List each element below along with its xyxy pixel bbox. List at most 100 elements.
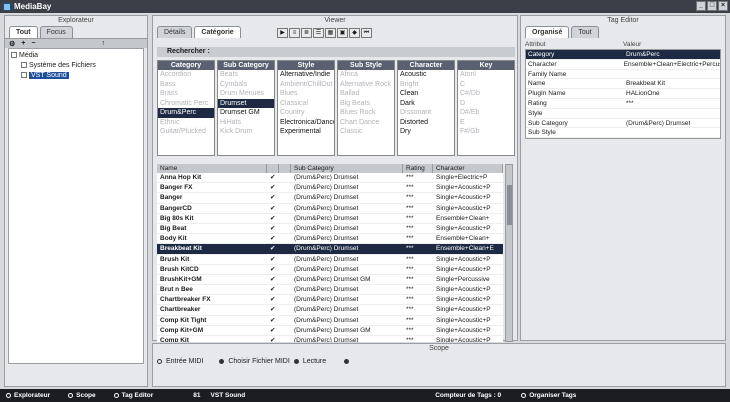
filter-item[interactable]: Classical <box>278 99 334 109</box>
table-row[interactable]: Brut n Bee ✔ (Drum&Perc) Drumset *** Single+… <box>157 285 503 296</box>
table-row[interactable]: BrushKit+GM ✔ (Drum&Perc) Drumset GM *** Sin… <box>157 275 503 286</box>
gear-icon[interactable]: ⚙ <box>9 40 15 48</box>
tag-value[interactable]: *** <box>624 99 634 108</box>
explorer-tab-1[interactable]: Focus <box>39 26 73 38</box>
filter-header[interactable]: Style <box>278 61 334 70</box>
tree-node[interactable]: Système des Fichiers <box>11 61 141 71</box>
filter-item[interactable]: Drumset <box>218 98 274 108</box>
filter-header[interactable]: Category <box>158 61 214 70</box>
tag-row[interactable]: Name Breakbeat Kit <box>526 79 720 90</box>
filter-item[interactable]: Brass <box>158 89 214 99</box>
filter-item[interactable]: Dark <box>398 99 454 109</box>
filter-header[interactable]: Sub Style <box>338 61 394 70</box>
filter-icon[interactable]: ≡ <box>289 28 300 38</box>
filter-item[interactable]: HiHats <box>218 118 274 128</box>
table-row[interactable]: Anna Hop Kit ✔ (Drum&Perc) Drumset *** Singl… <box>157 173 503 184</box>
tag-value[interactable]: Breakbeat Kit <box>624 79 665 88</box>
table-row[interactable]: Banger ✔ (Drum&Perc) Drumset *** Single+Acou… <box>157 193 503 204</box>
table-row[interactable]: Banger FX ✔ (Drum&Perc) Drumset *** Single+A… <box>157 183 503 194</box>
filter-item[interactable]: Blues Rock <box>338 108 394 118</box>
organize-tags-toggle[interactable]: Organiser Tags <box>521 392 576 399</box>
column-header-3[interactable]: Sub Category <box>291 164 403 173</box>
table-row[interactable]: Big Beat ✔ (Drum&Perc) Drumset *** Single+Ac… <box>157 224 503 235</box>
pointer-icon[interactable]: ▶ <box>277 28 288 38</box>
column-header-2[interactable] <box>279 164 291 173</box>
filter-item[interactable]: Drum&Perc <box>158 108 214 118</box>
filter-item[interactable]: E <box>458 118 514 128</box>
table-row[interactable]: Comp Kit Tight ✔ (Drum&Perc) Drumset *** Sin… <box>157 316 503 326</box>
filter-item[interactable]: Electronica/Dance <box>278 118 334 128</box>
filter-item[interactable]: Chart Dance <box>338 118 394 128</box>
table-row[interactable]: Comp Kit+GM ✔ (Drum&Perc) Drumset GM *** Sin… <box>157 326 503 336</box>
table-row[interactable]: Brush KitCD ✔ (Drum&Perc) Drumset *** Single… <box>157 265 503 275</box>
cube-icon[interactable]: ◆ <box>349 28 360 38</box>
table-row[interactable]: Breakbeat Kit ✔ (Drum&Perc) Drumset *** Ense… <box>157 244 503 255</box>
filter-header[interactable]: Sub Category <box>218 61 274 70</box>
results-scrollbar[interactable] <box>505 164 513 342</box>
table-row[interactable]: Big 80s Kit ✔ (Drum&Perc) Drumset *** Ensemb… <box>157 214 503 224</box>
tag-value[interactable]: (Drum&Perc) Drumset <box>624 119 690 128</box>
grid-icon[interactable]: ▦ <box>325 28 336 38</box>
choose-midi-radio[interactable] <box>219 359 225 364</box>
table-row[interactable]: BangerCD ✔ (Drum&Perc) Drumset *** Single+Ac… <box>157 204 503 214</box>
close-button[interactable]: × <box>718 1 728 11</box>
filter-item[interactable]: Alternative/Indie <box>278 70 334 80</box>
table-row[interactable]: Chartbreaker FX ✔ (Drum&Perc) Drumset *** Si… <box>157 295 503 306</box>
tag-value[interactable]: HALionOne <box>624 89 660 98</box>
explorer-tab-0[interactable]: Tout <box>9 26 38 38</box>
filter-item[interactable]: Distorted <box>398 118 454 128</box>
tag-tab-0[interactable]: Organisé <box>525 26 570 38</box>
tag-row[interactable]: Category Drum&Perc <box>526 50 720 60</box>
viewer-tab-0[interactable]: Détails <box>157 26 193 38</box>
tag-row[interactable]: Rating *** <box>526 99 720 109</box>
table-row[interactable]: Body Kit ✔ (Drum&Perc) Drumset *** Ensemble+… <box>157 234 503 245</box>
tag-row[interactable]: Character Ensemble+Clean+Electric+Percus <box>526 60 720 70</box>
status-tag-editor-toggle[interactable]: Tag Editor <box>113 392 153 399</box>
filter-item[interactable]: Bright <box>398 80 454 90</box>
up-arrow-icon[interactable]: ↑ <box>101 40 105 47</box>
filter-item[interactable]: Bass <box>158 80 214 90</box>
filter-item[interactable]: Beats <box>218 70 274 80</box>
filter-item[interactable]: Ambient/ChillOut <box>278 80 334 90</box>
filter-item[interactable]: Dissonant <box>398 108 454 118</box>
filter-item[interactable]: Chromatic Perc <box>158 99 214 109</box>
viewer-tab-1[interactable]: Catégorie <box>194 26 241 38</box>
filter-item[interactable]: Blues <box>278 89 334 99</box>
filter-item[interactable]: Africa <box>338 70 394 80</box>
tag-value[interactable] <box>624 128 626 137</box>
filter-item[interactable]: C <box>458 80 514 90</box>
filter-item[interactable]: Ballad <box>338 89 394 99</box>
tag-row[interactable]: Family Name <box>526 70 720 80</box>
filter-item[interactable]: F#/Gb <box>458 127 514 137</box>
minimize-button[interactable]: _ <box>696 1 706 11</box>
tag-row[interactable]: Style <box>526 109 720 119</box>
filter-item[interactable]: Kick Drum <box>218 127 274 137</box>
tag-row[interactable]: Sub Style <box>526 128 720 139</box>
rewind-icon[interactable]: ⏮ <box>361 28 372 38</box>
filter-item[interactable]: Drum Menues <box>218 89 274 99</box>
play-radio[interactable] <box>293 359 299 364</box>
filter-item[interactable]: Acoustic <box>398 70 454 80</box>
list-icon[interactable]: ☰ <box>313 28 324 38</box>
filter-item[interactable]: Drumset GM <box>218 108 274 118</box>
tag-value[interactable]: Ensemble+Clean+Electric+Percus <box>622 60 720 69</box>
filter-item[interactable]: Experimental <box>278 127 334 137</box>
table-row[interactable]: Comp Kit ✔ (Drum&Perc) Drumset *** Single+Ac… <box>157 336 503 342</box>
table-row[interactable]: Chartbreaker ✔ (Drum&Perc) Drumset *** Singl… <box>157 305 503 316</box>
column-header-0[interactable]: Name <box>157 164 267 173</box>
table-row[interactable]: Brush Kit ✔ (Drum&Perc) Drumset *** Single+A… <box>157 255 503 265</box>
tag-row[interactable]: Sub Category (Drum&Perc) Drumset <box>526 119 720 129</box>
window-icon[interactable]: ▣ <box>337 28 348 38</box>
maximize-button[interactable]: □ <box>707 1 717 11</box>
filter-header[interactable]: Character <box>398 61 454 70</box>
filter-item[interactable]: Accordion <box>158 70 214 80</box>
filter-item[interactable]: Clean <box>398 89 454 99</box>
tag-row[interactable]: PlugIn Name HALionOne <box>526 89 720 99</box>
filter-item[interactable]: Cymbals <box>218 80 274 90</box>
midi-input-radio[interactable] <box>157 359 162 364</box>
filter-header[interactable]: Key <box>458 61 514 70</box>
filter-item[interactable]: Dry <box>398 127 454 137</box>
tree-node[interactable]: VST Sound <box>11 71 141 81</box>
filter-item[interactable]: Guitar/Plucked <box>158 127 214 137</box>
filter-item[interactable]: Big Beats <box>338 99 394 109</box>
